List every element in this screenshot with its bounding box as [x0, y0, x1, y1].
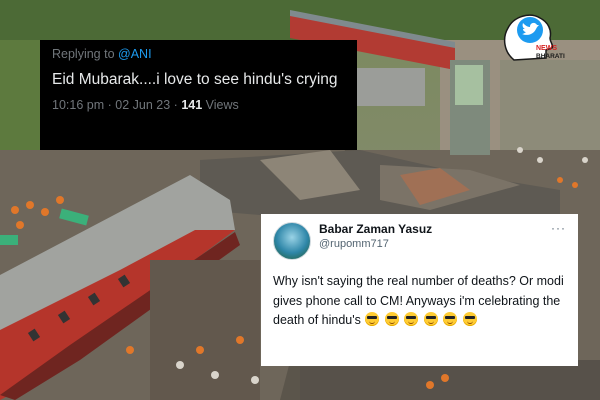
sunglasses-emoji-icon [404, 312, 419, 326]
meta-separator: · [173, 98, 178, 112]
display-name[interactable]: Babar Zaman Yasuz [319, 222, 551, 237]
replying-to-label: Replying to [52, 47, 115, 61]
tweet-date[interactable]: 02 Jun 23 [115, 98, 170, 112]
sunglasses-emoji-icon [365, 312, 380, 326]
tweet-meta: 10:16 pm · 02 Jun 23 · 141 Views [52, 98, 345, 112]
coach-grey-roof [355, 68, 425, 106]
reply-tweet-card-dark: Replying to @ANI Eid Mubarak....i love t… [40, 40, 357, 150]
logo-text-bharati: BHARATI [536, 53, 565, 60]
tweet-text: Eid Mubarak....i love to see hindu's cry… [52, 71, 338, 88]
author-names: Babar Zaman Yasuz @rupomm717 [319, 222, 551, 251]
more-icon[interactable]: ··· [551, 222, 566, 234]
tweet-text: Why isn't saying the real number of deat… [273, 272, 566, 331]
sunglasses-emoji-icon [462, 312, 477, 326]
sunglasses-emoji-icon [423, 312, 438, 326]
tweet-time[interactable]: 10:16 pm [52, 98, 104, 112]
views-label: Views [205, 98, 239, 112]
news-bharati-logo: NEWS BHARATI [500, 8, 572, 68]
emoji-row [364, 312, 477, 327]
views-count: 141 [181, 98, 203, 112]
tweet-header: Babar Zaman Yasuz @rupomm717 ··· [273, 222, 566, 260]
user-handle[interactable]: @rupomm717 [319, 237, 551, 251]
meta-separator: · [107, 98, 112, 112]
sunglasses-emoji-icon [443, 312, 458, 326]
replying-to-line: Replying to @ANI [52, 46, 345, 62]
tweet-card-light: Babar Zaman Yasuz @rupomm717 ··· Why isn… [261, 214, 578, 366]
mention-link[interactable]: @ANI [118, 47, 152, 61]
sunglasses-emoji-icon [384, 312, 399, 326]
avatar[interactable] [273, 222, 311, 260]
logo-text-news: NEWS [536, 45, 557, 52]
